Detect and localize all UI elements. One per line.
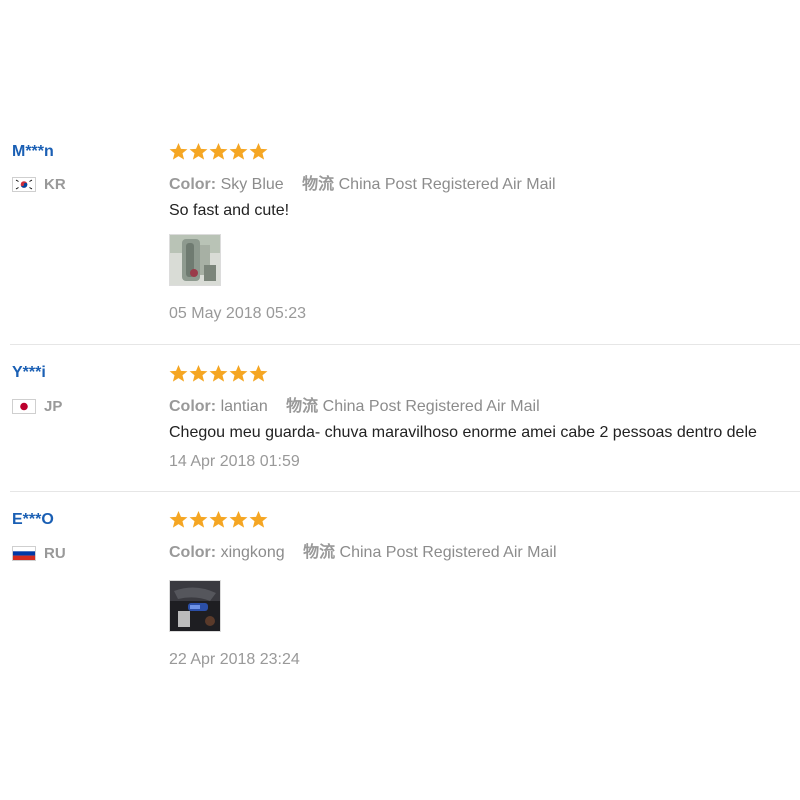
review-divider <box>10 344 800 345</box>
review-photo-thumbnail[interactable] <box>169 580 221 632</box>
south-korea-flag-icon <box>12 177 36 192</box>
shipping-label: 物流 <box>303 544 336 561</box>
country-code: KR <box>44 176 66 193</box>
star-icon <box>169 364 188 383</box>
star-rating <box>169 142 268 161</box>
review-date: 22 Apr 2018 23:24 <box>169 651 300 668</box>
star-icon <box>169 510 188 529</box>
color-label: Color: <box>169 544 217 561</box>
review-divider <box>10 491 800 492</box>
country-code: RU <box>44 545 66 562</box>
russia-flag-icon <box>12 546 36 561</box>
review-date: 14 Apr 2018 01:59 <box>169 453 300 470</box>
reviewer-country: JP <box>12 398 62 415</box>
country-code: JP <box>44 398 63 415</box>
review-photo-thumbnail[interactable] <box>169 234 221 286</box>
order-info: Color: lantian 物流 China Post Registered … <box>169 392 540 416</box>
shipping-value: China Post Registered Air Mail <box>322 398 540 415</box>
shipping-label: 物流 <box>302 176 335 193</box>
order-info: Color: Sky Blue 物流 China Post Registered… <box>169 170 556 194</box>
japan-flag-icon <box>12 399 36 414</box>
star-rating <box>169 510 268 529</box>
order-info: Color: xingkong 物流 China Post Registered… <box>169 538 557 562</box>
star-icon <box>189 364 208 383</box>
color-label: Color: <box>169 398 217 415</box>
star-icon <box>229 142 248 161</box>
review-comment: Chegou meu guarda- chuva maravilhoso eno… <box>169 424 757 441</box>
umbrella-photo-icon <box>170 581 220 631</box>
star-icon <box>229 510 248 529</box>
star-icon <box>249 364 268 383</box>
star-icon <box>209 142 228 161</box>
review-comment: So fast and cute! <box>169 202 290 219</box>
reviewer-name[interactable]: E***O <box>12 511 54 529</box>
shipping-label: 物流 <box>286 398 319 415</box>
star-icon <box>249 510 268 529</box>
reviewer-name[interactable]: M***n <box>12 143 54 161</box>
color-value: Sky Blue <box>220 176 284 193</box>
umbrella-photo-icon <box>170 235 220 285</box>
reviewer-country: KR <box>12 176 66 193</box>
color-label: Color: <box>169 176 217 193</box>
shipping-value: China Post Registered Air Mail <box>338 176 556 193</box>
star-icon <box>189 142 208 161</box>
review-date: 05 May 2018 05:23 <box>169 305 306 322</box>
color-value: lantian <box>220 398 268 415</box>
star-icon <box>209 510 228 529</box>
reviewer-country: RU <box>12 545 66 562</box>
star-rating <box>169 364 268 383</box>
star-icon <box>229 364 248 383</box>
reviewer-name[interactable]: Y***i <box>12 364 46 382</box>
star-icon <box>209 364 228 383</box>
shipping-value: China Post Registered Air Mail <box>339 544 557 561</box>
star-icon <box>169 142 188 161</box>
star-icon <box>189 510 208 529</box>
star-icon <box>249 142 268 161</box>
color-value: xingkong <box>220 544 285 561</box>
